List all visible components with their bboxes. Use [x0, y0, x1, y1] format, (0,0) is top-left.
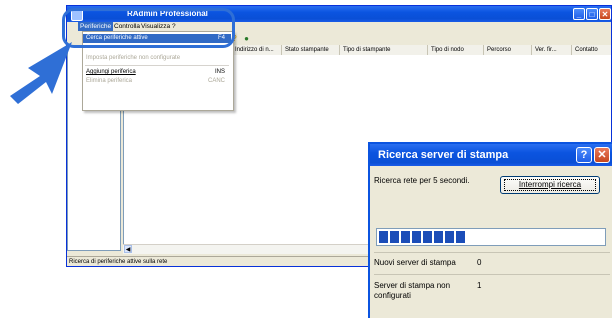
highlight-outline: [62, 8, 235, 48]
scroll-left-icon[interactable]: ◀: [124, 245, 132, 253]
progress-block: [456, 231, 465, 243]
minimize-button[interactable]: _: [573, 8, 585, 20]
maximize-button[interactable]: □: [586, 8, 598, 20]
new-servers-value: 0: [477, 258, 482, 267]
col-path[interactable]: Percorso: [483, 45, 531, 55]
pointer-arrow-icon: [10, 42, 72, 104]
menu-item-shortcut: INS: [214, 69, 225, 75]
menu-item-delete-device[interactable]: Elimina periferica CANC: [83, 77, 231, 86]
unconfigured-label-line2: configurati: [374, 291, 411, 300]
col-node-type[interactable]: Tipo di nodo: [427, 45, 483, 55]
dialog-message: Ricerca rete per 5 secondi.: [374, 176, 470, 185]
progress-block: [412, 231, 421, 243]
progress-block: [445, 231, 454, 243]
col-contact[interactable]: Contatto: [571, 45, 611, 55]
unconfigured-label-line1: Server di stampa non: [374, 281, 451, 290]
network-icon[interactable]: ●: [242, 34, 251, 43]
col-printer-status[interactable]: Stato stampante: [281, 45, 339, 55]
search-progress-bar: [376, 228, 606, 246]
progress-block: [401, 231, 410, 243]
menu-item-label: Aggiungi periferica: [86, 69, 136, 75]
focus-ring: [504, 179, 596, 191]
col-printer-type[interactable]: Tipo di stampante: [339, 45, 427, 55]
col-firmware[interactable]: Ver. fir...: [531, 45, 571, 55]
menu-item-label: Imposta periferiche non configurate: [86, 55, 181, 61]
menu-item-setup-unconfigured[interactable]: Imposta periferiche non configurate: [83, 54, 231, 63]
help-icon[interactable]: ?: [576, 147, 592, 163]
menu-item-add-device[interactable]: Aggiungi periferica INS: [83, 68, 231, 77]
close-button[interactable]: ✕: [599, 8, 611, 20]
menu-item-label: Elimina periferica: [86, 78, 133, 84]
stop-search-button[interactable]: Interrompi ricerca: [500, 176, 600, 194]
dialog-divider: [374, 252, 610, 253]
progress-block: [423, 231, 432, 243]
new-servers-label: Nuovi server di stampa: [374, 258, 456, 267]
dialog-title: Ricerca server di stampa: [378, 149, 509, 161]
col-address[interactable]: Indirizzo di n...: [231, 45, 281, 55]
search-dialog: Ricerca server di stampa ? ✕ Ricerca ret…: [368, 142, 612, 318]
dialog-divider: [374, 274, 610, 275]
unconfigured-value: 1: [477, 281, 482, 290]
menu-separator: [85, 65, 229, 66]
progress-block: [390, 231, 399, 243]
progress-block: [379, 231, 388, 243]
progress-block: [434, 231, 443, 243]
close-icon[interactable]: ✕: [594, 147, 610, 163]
dialog-title-bar[interactable]: Ricerca server di stampa ? ✕: [370, 144, 612, 166]
menu-item-shortcut: CANC: [207, 78, 225, 84]
